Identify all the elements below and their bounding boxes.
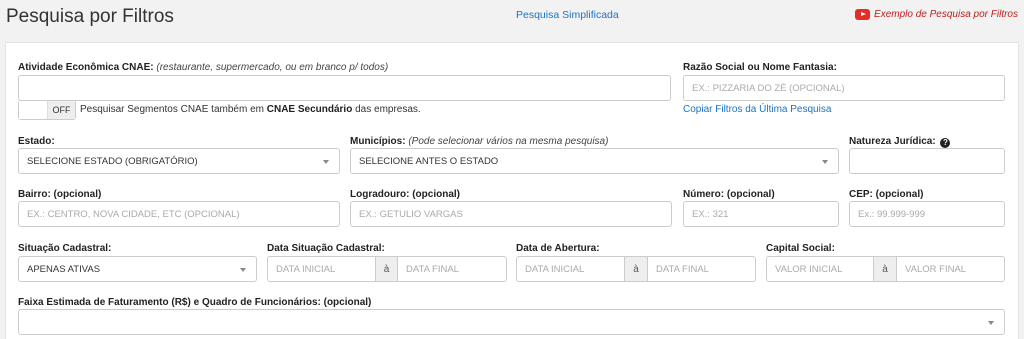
estado-select-value: SELECIONE ESTADO (OBRIGATÓRIO)	[27, 155, 198, 167]
cnae-hint: (restaurante, supermercado, ou em branco…	[156, 62, 389, 73]
municipios-hint: (Pode selecionar vários na mesma pesquis…	[408, 136, 609, 147]
cnae-label-text: Atividade Econômica CNAE:	[18, 62, 154, 73]
municipios-select[interactable]: SELECIONE ANTES O ESTADO	[350, 148, 839, 174]
estado-label: Estado:	[18, 136, 55, 147]
cep-label: CEP: (opcional)	[849, 189, 924, 200]
data-situacao-from-input[interactable]: DATA INICIAL	[267, 256, 376, 282]
situacao-select[interactable]: APENAS ATIVAS	[18, 256, 257, 282]
simple-search-link[interactable]: Pesquisa Simplificada	[516, 9, 619, 21]
toggle-state: OFF	[48, 101, 75, 119]
municipios-label-text: Municípios:	[350, 136, 406, 147]
numero-input[interactable]: EX.: 321	[683, 201, 839, 227]
natureza-label: Natureza Jurídica: ?	[849, 136, 951, 148]
situacao-select-value: APENAS ATIVAS	[27, 263, 101, 275]
municipios-label: Municípios: (Pode selecionar vários na m…	[350, 136, 608, 147]
bairro-label: Bairro: (opcional)	[18, 189, 102, 200]
youtube-icon	[855, 9, 871, 20]
situacao-label: Situação Cadastral:	[18, 243, 112, 254]
faturamento-select[interactable]	[18, 309, 1005, 335]
example-search-link[interactable]: Exemplo de Pesquisa por Filtros	[855, 9, 1018, 20]
capital-label: Capital Social:	[766, 243, 835, 254]
range-separator: à	[375, 256, 398, 282]
municipios-select-value: SELECIONE ANTES O ESTADO	[359, 155, 499, 167]
faturamento-label: Faixa Estimada de Faturamento (R$) e Qua…	[18, 297, 372, 308]
chevron-down-icon	[988, 321, 994, 325]
numero-label: Número: (opcional)	[683, 189, 775, 200]
chevron-down-icon	[240, 268, 246, 272]
estado-select[interactable]: SELECIONE ESTADO (OBRIGATÓRIO)	[18, 148, 340, 174]
data-situacao-label: Data Situação Cadastral:	[267, 243, 385, 254]
cep-input[interactable]: Ex.: 99.999-999	[849, 201, 1005, 227]
cnae-secundario-toggle[interactable]: OFF	[18, 100, 76, 120]
data-abertura-to-input[interactable]: DATA FINAL	[647, 256, 756, 282]
toggle-knob	[19, 101, 48, 119]
cnae-input[interactable]	[18, 75, 671, 101]
copy-filters-link[interactable]: Copiar Filtros da Última Pesquisa	[683, 104, 831, 115]
natureza-input[interactable]	[849, 148, 1005, 174]
example-search-link-label: Exemplo de Pesquisa por Filtros	[874, 9, 1018, 20]
toggle-text-after: das empresas.	[355, 104, 421, 115]
toggle-text-before: Pesquisar Segmentos CNAE também em	[80, 104, 264, 115]
page-title: Pesquisa por Filtros	[6, 6, 174, 27]
chevron-down-icon	[822, 160, 828, 164]
razao-input[interactable]: EX.: PIZZARIA DO ZÉ (OPCIONAL)	[683, 75, 1005, 101]
logradouro-label: Logradouro: (opcional)	[350, 189, 460, 200]
range-separator: à	[873, 256, 897, 282]
toggle-description: Pesquisar Segmentos CNAE também em CNAE …	[80, 104, 421, 115]
question-circle-icon[interactable]: ?	[940, 138, 951, 148]
data-situacao-to-input[interactable]: DATA FINAL	[397, 256, 507, 282]
cnae-label: Atividade Econômica CNAE: (restaurante, …	[18, 62, 388, 73]
toggle-text-bold: CNAE Secundário	[266, 104, 353, 115]
data-abertura-label: Data de Abertura:	[516, 243, 600, 254]
capital-from-input[interactable]: VALOR INICIAL	[766, 256, 874, 282]
range-separator: à	[624, 256, 648, 282]
natureza-label-text: Natureza Jurídica:	[849, 136, 936, 147]
capital-to-input[interactable]: VALOR FINAL	[896, 256, 1005, 282]
data-abertura-from-input[interactable]: DATA INICIAL	[516, 256, 625, 282]
logradouro-input[interactable]: EX.: GETULIO VARGAS	[350, 201, 672, 227]
chevron-down-icon	[323, 160, 329, 164]
bairro-input[interactable]: EX.: CENTRO, NOVA CIDADE, ETC (OPCIONAL)	[18, 201, 340, 227]
razao-label: Razão Social ou Nome Fantasia:	[683, 62, 837, 73]
